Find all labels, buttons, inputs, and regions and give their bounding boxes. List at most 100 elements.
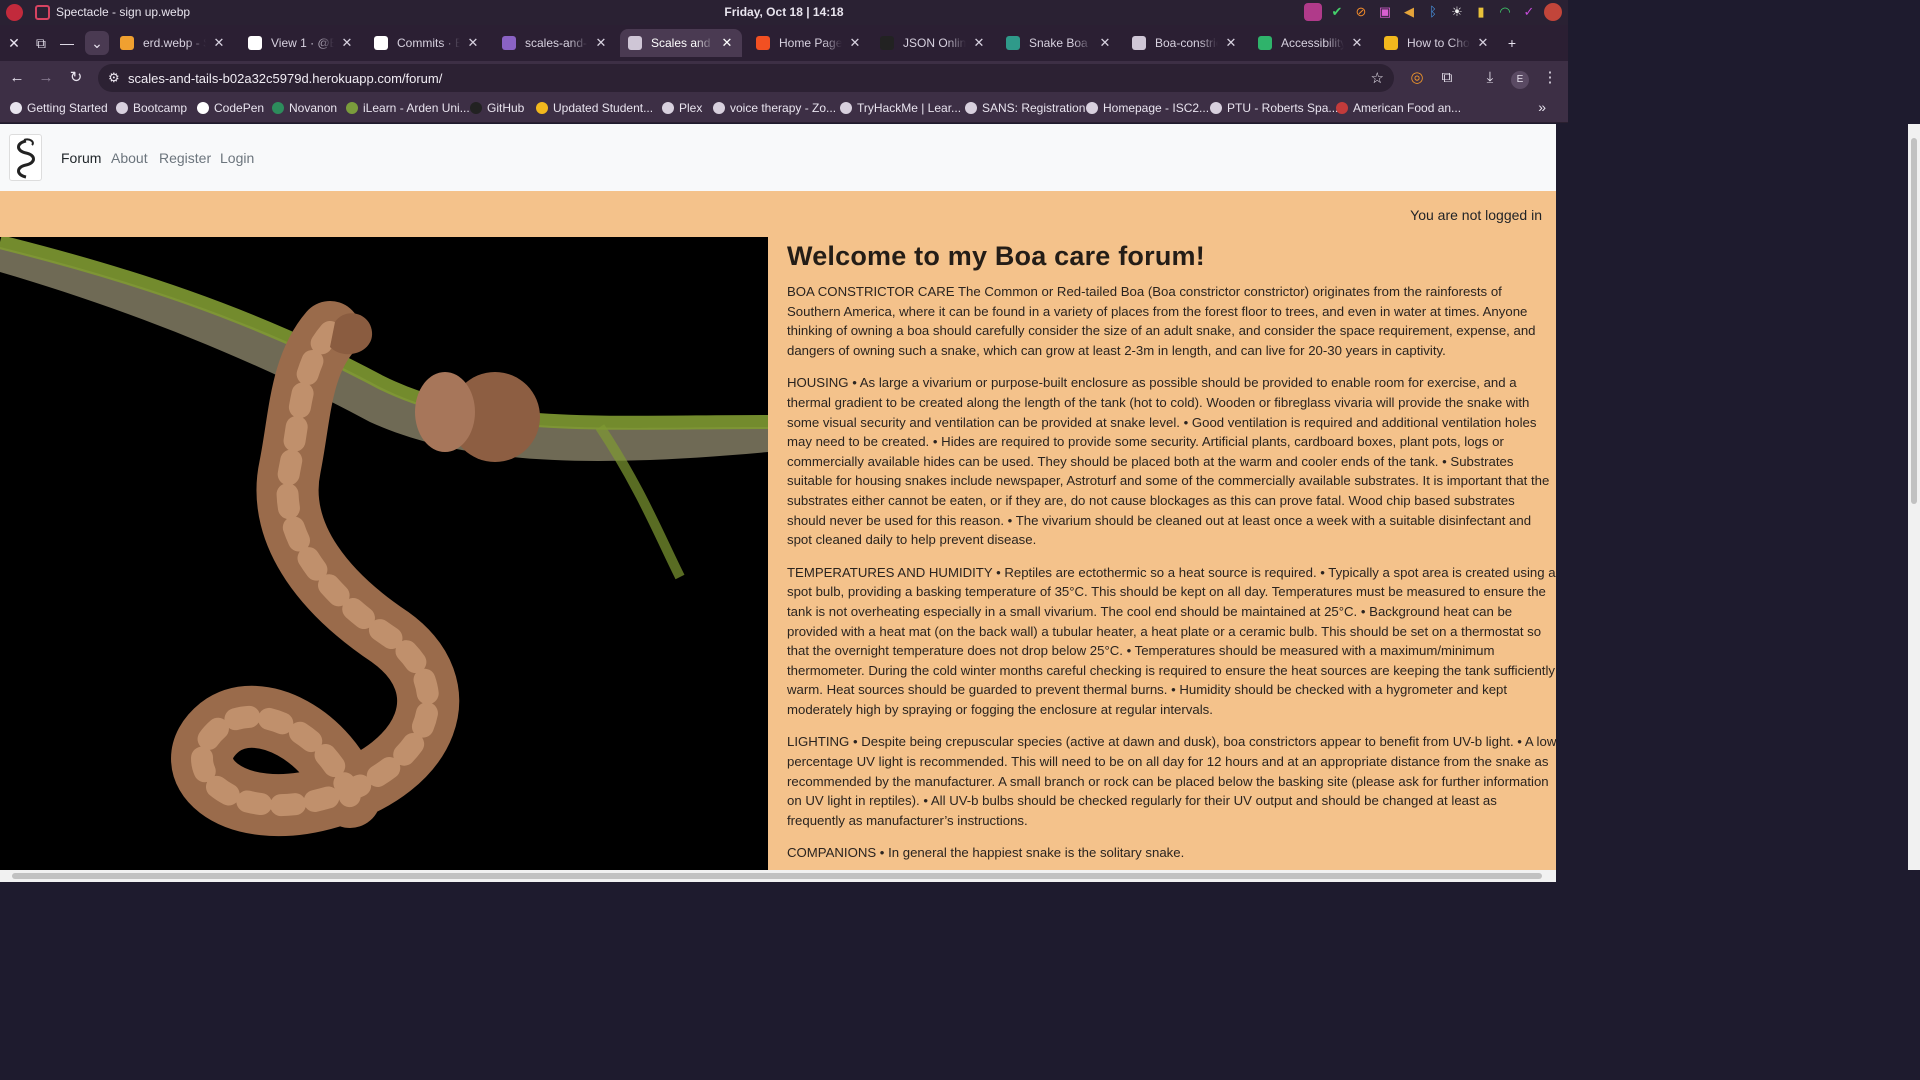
bookmark-item[interactable]: GitHub bbox=[470, 101, 524, 115]
system-tray: ✔ ⊘ ▣ ◀ ᛒ ☀ ▮ ◠ ✓ bbox=[1304, 3, 1562, 21]
bookmark-item[interactable]: CodePen bbox=[197, 101, 264, 115]
figma-icon bbox=[756, 36, 770, 50]
tab-label: Snake Boa Ha bbox=[1029, 36, 1092, 50]
extension-icon[interactable]: ◎ bbox=[1405, 66, 1429, 90]
bookmark-label: PTU - Roberts Spa... bbox=[1227, 101, 1339, 115]
close-tab-icon[interactable]: ✕ bbox=[1350, 35, 1364, 51]
browser-tab[interactable]: erd.webp - Sc ✕ bbox=[112, 29, 234, 57]
profile-avatar-icon[interactable]: E bbox=[1508, 66, 1532, 90]
bookmark-item[interactable]: Bootcamp bbox=[116, 101, 187, 115]
nav-link-forum[interactable]: Forum bbox=[61, 150, 101, 166]
bookmark-favicon-icon bbox=[470, 102, 482, 114]
close-tab-icon[interactable]: ✕ bbox=[466, 35, 480, 51]
close-tab-icon[interactable]: ✕ bbox=[1224, 35, 1238, 51]
close-tab-icon[interactable]: ✕ bbox=[1098, 35, 1112, 51]
browser-toolbar: ← → ↻ ⚙ scales-and-tails-b02a32c5979d.he… bbox=[0, 61, 1568, 94]
checkmark-icon[interactable]: ✔ bbox=[1328, 3, 1346, 21]
download-icon[interactable]: ⤓ bbox=[1478, 66, 1502, 90]
vpn-icon[interactable] bbox=[1304, 3, 1322, 21]
reload-icon[interactable]: ↻ bbox=[64, 66, 88, 90]
new-tab-icon[interactable]: + bbox=[1500, 31, 1524, 55]
bookmark-favicon-icon bbox=[272, 102, 284, 114]
bookmark-item[interactable]: TryHackMe | Lear... bbox=[840, 101, 961, 115]
bookmark-label: TryHackMe | Lear... bbox=[857, 101, 962, 115]
forward-arrow-icon[interactable]: → bbox=[34, 66, 58, 90]
address-bar[interactable]: ⚙ scales-and-tails-b02a32c5979d.herokuap… bbox=[98, 64, 1394, 92]
bookmark-item[interactable]: iLearn - Arden Uni... bbox=[346, 101, 470, 115]
browser-tab[interactable]: How to Choos ✕ bbox=[1376, 29, 1498, 57]
care-paragraph: BOA CONSTRICTOR CARE The Common or Red-t… bbox=[787, 284, 1536, 358]
restore-window-icon[interactable]: ⧉ bbox=[29, 31, 53, 55]
bookmark-item[interactable]: American Food an... bbox=[1336, 101, 1461, 115]
bookmark-item[interactable]: Plex bbox=[662, 101, 702, 115]
browser-tab[interactable]: scales-and-ta ✕ bbox=[494, 29, 616, 57]
sun-icon bbox=[1384, 36, 1398, 50]
bookmark-item[interactable]: PTU - Roberts Spa... bbox=[1210, 101, 1338, 115]
site-info-icon[interactable]: ⚙ bbox=[108, 70, 120, 86]
bookmark-label: American Food an... bbox=[1353, 101, 1462, 115]
volume-icon[interactable]: ◀ bbox=[1400, 3, 1418, 21]
browser-tab[interactable]: Snake Boa Ha ✕ bbox=[998, 29, 1120, 57]
bookmark-item[interactable]: voice therapy - Zo... bbox=[713, 101, 836, 115]
snake-logo[interactable] bbox=[9, 134, 42, 181]
bookmark-item[interactable]: Homepage - ISC2... bbox=[1086, 101, 1209, 115]
extensions-puzzle-icon[interactable]: ⧉ bbox=[1435, 66, 1459, 90]
url-text[interactable]: scales-and-tails-b02a32c5979d.herokuapp.… bbox=[128, 71, 442, 86]
user-avatar-icon[interactable] bbox=[1544, 3, 1562, 21]
close-tab-icon[interactable]: ✕ bbox=[594, 35, 608, 51]
browser-tab[interactable]: View 1 · @Eliz ✕ bbox=[240, 29, 362, 57]
close-tab-icon[interactable]: ✕ bbox=[212, 35, 226, 51]
tab-label: JSON Online V bbox=[903, 36, 966, 50]
browser-menu-icon[interactable]: ⋮ bbox=[1538, 66, 1562, 90]
minimize-window-icon[interactable]: — bbox=[55, 31, 79, 55]
back-arrow-icon[interactable]: ← bbox=[5, 66, 29, 90]
chevron-down-icon[interactable]: ✓ bbox=[1520, 3, 1538, 21]
heroku-icon bbox=[502, 36, 516, 50]
bookmark-label: Novanon bbox=[289, 101, 338, 115]
tab-search-chevron-icon[interactable]: ⌄ bbox=[85, 31, 109, 55]
browser-tab[interactable]: Commits · Eliz ✕ bbox=[366, 29, 488, 57]
tab-label: Accessibility C bbox=[1281, 36, 1344, 50]
forum-content: Welcome to my Boa care forum! BOA CONSTR… bbox=[787, 237, 1556, 870]
nav-link-login[interactable]: Login bbox=[220, 150, 254, 166]
close-tab-icon[interactable]: ✕ bbox=[972, 35, 986, 51]
close-tab-icon[interactable]: ✕ bbox=[848, 35, 862, 51]
calendar-icon[interactable]: ▣ bbox=[1376, 3, 1394, 21]
wifi-icon[interactable]: ◠ bbox=[1496, 3, 1514, 21]
more-bookmarks-icon[interactable]: » bbox=[1538, 99, 1546, 115]
browser-tab[interactable]: Boa-constricto ✕ bbox=[1124, 29, 1246, 57]
bluetooth-icon[interactable]: ᛒ bbox=[1424, 3, 1442, 21]
system-top-bar: Spectacle - sign up.webp Friday, Oct 18 … bbox=[0, 0, 1568, 25]
browser-tab[interactable]: JSON Online V ✕ bbox=[872, 29, 994, 57]
nav-link-register[interactable]: Register bbox=[159, 150, 211, 166]
bookmark-label: iLearn - Arden Uni... bbox=[363, 101, 470, 115]
bookmark-favicon-icon bbox=[840, 102, 852, 114]
bookmark-label: Updated Student... bbox=[553, 101, 654, 115]
web-page: Forum About Register Login You are not l… bbox=[0, 124, 1556, 870]
json-icon bbox=[880, 36, 894, 50]
scrollbar-thumb[interactable] bbox=[1911, 138, 1917, 504]
bookmark-favicon-icon bbox=[662, 102, 674, 114]
bookmark-favicon-icon bbox=[713, 102, 725, 114]
bookmark-item[interactable]: Getting Started bbox=[10, 101, 108, 115]
browser-tab-strip: ✕ ⧉ — ⌄ erd.webp - Sc✕View 1 · @Eliz✕Com… bbox=[0, 25, 1568, 61]
horizontal-scrollbar[interactable] bbox=[0, 870, 1556, 882]
scrollbar-thumb[interactable] bbox=[12, 873, 1542, 879]
browser-tab[interactable]: Home Page – I ✕ bbox=[748, 29, 870, 57]
blocked-icon[interactable]: ⊘ bbox=[1352, 3, 1370, 21]
tab-label: View 1 · @Eliz bbox=[271, 36, 334, 50]
close-tab-icon[interactable]: ✕ bbox=[340, 35, 354, 51]
browser-tab[interactable]: Accessibility C ✕ bbox=[1250, 29, 1372, 57]
close-tab-icon[interactable]: ✕ bbox=[1476, 35, 1490, 51]
battery-icon[interactable]: ▮ bbox=[1472, 3, 1490, 21]
bookmark-item[interactable]: Updated Student... bbox=[536, 101, 653, 115]
bookmark-item[interactable]: SANS: Registration bbox=[965, 101, 1085, 115]
bookmark-item[interactable]: Novanon bbox=[272, 101, 337, 115]
bookmark-star-icon[interactable]: ☆ bbox=[1371, 69, 1384, 87]
browser-tab[interactable]: Scales and Tai ✕ bbox=[620, 29, 742, 57]
close-tab-icon[interactable]: ✕ bbox=[720, 35, 734, 51]
nav-link-about[interactable]: About bbox=[111, 150, 148, 166]
close-window-icon[interactable]: ✕ bbox=[2, 31, 26, 55]
vertical-scrollbar[interactable] bbox=[1908, 124, 1920, 870]
brightness-icon[interactable]: ☀ bbox=[1448, 3, 1466, 21]
